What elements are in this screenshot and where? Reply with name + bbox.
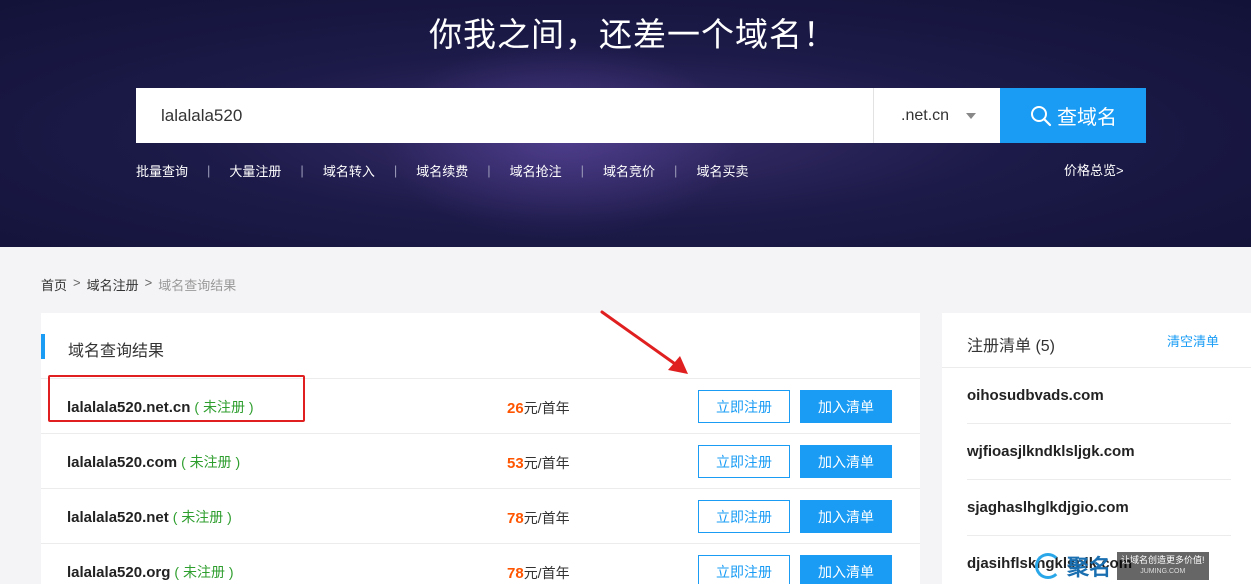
search-icon xyxy=(1031,105,1052,126)
add-to-list-button[interactable]: 加入清单 xyxy=(800,555,892,584)
table-row: lalalala520.net( 未注册 ) 78元/首年 立即注册 加入清单 xyxy=(41,489,920,544)
subnav-backorder[interactable]: 域名抢注 xyxy=(510,161,562,180)
subnav-transfer-in[interactable]: 域名转入 xyxy=(323,161,375,180)
breadcrumb: 首页 > 域名注册 > 域名查询结果 xyxy=(41,275,237,294)
annotation-arrow-icon xyxy=(600,310,688,374)
register-now-button[interactable]: 立即注册 xyxy=(698,390,790,423)
status-badge: ( 未注册 ) xyxy=(181,454,241,470)
search-button-label: 查域名 xyxy=(1057,107,1117,129)
add-to-list-button[interactable]: 加入清单 xyxy=(800,500,892,533)
watermark: 聚名 让域名创造更多价值! JUMING.COM xyxy=(1035,548,1251,584)
clear-list-button[interactable]: 清空清单 xyxy=(1167,331,1219,350)
list-item: wjfioasjlkndklsljgk.com xyxy=(967,424,1231,480)
breadcrumb-register[interactable]: 域名注册 xyxy=(87,275,139,294)
cart-header: 注册清单 (5) 清空清单 xyxy=(942,313,1251,368)
watermark-brand: 聚名 xyxy=(1067,555,1112,580)
register-now-button[interactable]: 立即注册 xyxy=(698,445,790,478)
watermark-site: JUMING.COM xyxy=(1140,568,1186,575)
search-box: .net.cn xyxy=(136,88,1000,143)
search-domain-button[interactable]: 查域名 xyxy=(1000,88,1146,143)
domain-search-input[interactable] xyxy=(136,88,873,143)
subnav-renew[interactable]: 域名续费 xyxy=(416,161,468,180)
chevron-down-icon xyxy=(966,113,976,119)
status-badge: ( 未注册 ) xyxy=(174,564,234,580)
subnav-trade[interactable]: 域名买卖 xyxy=(696,161,748,180)
list-item: oihosudbvads.com xyxy=(967,368,1231,424)
subnav-batch-query[interactable]: 批量查询 xyxy=(136,161,188,180)
status-badge: ( 未注册 ) xyxy=(172,509,232,525)
suffix-value: .net.cn xyxy=(901,106,950,124)
results-panel: 域名查询结果 lalalala520.net.cn( 未注册 ) 26元/首年 … xyxy=(41,313,920,584)
domain-name: lalalala520.com xyxy=(67,454,178,471)
breadcrumb-home[interactable]: 首页 xyxy=(41,275,67,294)
results-header: 域名查询结果 xyxy=(41,313,920,379)
register-now-button[interactable]: 立即注册 xyxy=(698,500,790,533)
list-item: sjaghaslhglkdjgio.com xyxy=(967,480,1231,536)
price-value: 26 xyxy=(507,400,524,417)
domain-name: lalalala520.net xyxy=(67,509,169,526)
annotation-highlight-box xyxy=(48,375,305,422)
subnav-bulk-register[interactable]: 大量注册 xyxy=(229,161,281,180)
table-row: lalalala520.com( 未注册 ) 53元/首年 立即注册 加入清单 xyxy=(41,434,920,489)
subnav-auction[interactable]: 域名竞价 xyxy=(603,161,655,180)
sub-nav: 批量查询 | 大量注册 | 域名转入 | 域名续费 | 域名抢注 | 域名竞价 … xyxy=(136,161,749,180)
suffix-select[interactable]: .net.cn xyxy=(873,88,1000,143)
add-to-list-button[interactable]: 加入清单 xyxy=(800,445,892,478)
table-row: lalalala520.org( 未注册 ) 78元/首年 立即注册 加入清单 xyxy=(41,544,920,584)
price-value: 78 xyxy=(507,565,524,582)
register-now-button[interactable]: 立即注册 xyxy=(698,555,790,584)
breadcrumb-current: 域名查询结果 xyxy=(158,278,237,293)
register-list-panel: 注册清单 (5) 清空清单 oihosudbvads.com wjfioasjl… xyxy=(942,313,1251,584)
price-value: 53 xyxy=(507,455,524,472)
cart-title: 注册清单 (5) xyxy=(967,338,1056,355)
price-overview-link[interactable]: 价格总览> xyxy=(1064,160,1124,179)
brand-logo-icon xyxy=(1035,553,1061,579)
hero-banner: 你我之间，还差一个域名！ .net.cn 查域名 批量查询 | 大量注册 | 域… xyxy=(0,0,1251,247)
price-value: 78 xyxy=(507,510,524,527)
add-to-list-button[interactable]: 加入清单 xyxy=(800,390,892,423)
hero-title: 你我之间，还差一个域名！ xyxy=(429,16,837,53)
domain-name: lalalala520.org xyxy=(67,564,171,581)
watermark-slogan: 让域名创造更多价值! xyxy=(1121,555,1205,565)
results-title: 域名查询结果 xyxy=(68,343,165,360)
